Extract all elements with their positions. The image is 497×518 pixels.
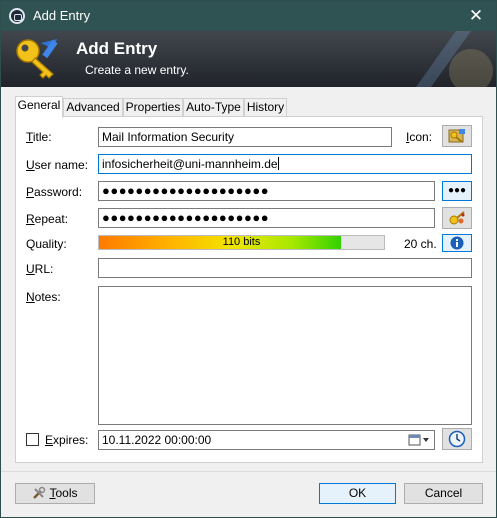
app-lock-icon <box>9 8 25 24</box>
quality-char-count: 20 ch. <box>404 237 437 251</box>
tab-properties[interactable]: Properties <box>123 98 183 117</box>
title-bar: Add Entry ✕ <box>1 1 496 31</box>
tools-icon <box>32 486 46 506</box>
ok-button[interactable]: OK <box>319 483 396 504</box>
calendar-icon[interactable] <box>408 433 430 447</box>
generate-password-button[interactable] <box>442 207 472 229</box>
banner-title: Add Entry <box>76 39 158 58</box>
expires-checkbox[interactable] <box>26 433 39 446</box>
password-label: Password: <box>26 185 83 199</box>
repeat-label: Repeat: <box>26 212 69 226</box>
show-password-button[interactable]: ●●● <box>442 181 472 201</box>
cancel-button[interactable]: Cancel <box>404 483 483 504</box>
notes-textarea[interactable] <box>98 286 472 425</box>
username-input[interactable]: infosicherheit@uni-mannheim.de <box>98 154 472 174</box>
tab-general[interactable]: General <box>15 96 63 118</box>
url-label: URL: <box>26 262 54 276</box>
quality-bits-text: 110 bits <box>222 236 261 248</box>
tools-button[interactable]: Tools <box>15 483 95 504</box>
generate-password-icon <box>449 211 465 225</box>
title-label: Title: <box>26 130 52 144</box>
notes-label: Notes: <box>26 290 61 304</box>
quality-label: Quality: <box>26 237 67 251</box>
banner-decoration-icon <box>416 31 493 87</box>
password-input[interactable]: ●●●●●●●●●●●●●●●●●●●● <box>98 181 435 201</box>
footer-separator <box>1 471 496 472</box>
banner-subtitle: Create a new entry. <box>85 63 189 77</box>
expiry-presets-button[interactable] <box>442 428 472 450</box>
repeat-password-input[interactable]: ●●●●●●●●●●●●●●●●●●●● <box>98 208 435 228</box>
expiry-datetime-input[interactable]: 10.11.2022 00:00:00 <box>98 430 435 450</box>
entry-icon-picker <box>448 129 465 143</box>
username-label: User name: <box>26 158 89 172</box>
expires-label: Expires: <box>45 433 89 447</box>
icon-picker-button[interactable] <box>442 125 472 147</box>
key-icon <box>16 39 58 79</box>
info-icon <box>450 236 464 250</box>
close-icon[interactable]: ✕ <box>456 1 496 31</box>
clock-icon <box>448 430 466 448</box>
tab-advanced[interactable]: Advanced <box>63 98 123 117</box>
tab-history[interactable]: History <box>244 98 287 117</box>
tab-auto-type[interactable]: Auto-Type <box>183 98 244 117</box>
password-quality-bar: 110 bits <box>98 235 385 250</box>
window-title: Add Entry <box>33 8 91 23</box>
quality-info-button[interactable] <box>442 234 472 252</box>
url-input[interactable] <box>98 258 472 278</box>
title-input[interactable]: Mail Information Security <box>98 127 392 147</box>
header-banner: Add Entry Create a new entry. <box>1 31 496 87</box>
add-entry-dialog: Add Entry ✕ Add Entry Create a new entry… <box>0 0 497 518</box>
icon-label: Icon: <box>406 130 433 144</box>
